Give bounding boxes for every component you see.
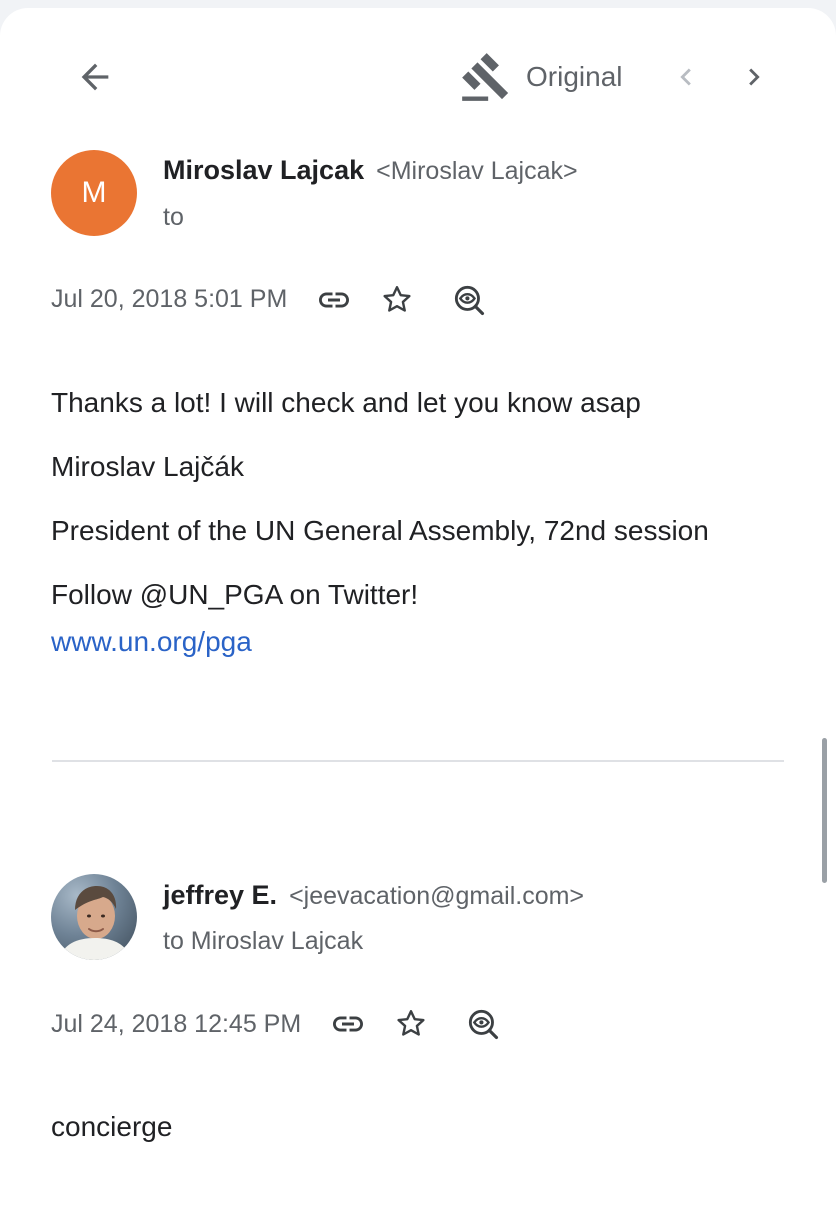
- link-icon: [333, 1016, 363, 1032]
- body-line: concierge: [51, 1111, 173, 1142]
- avatar-letter: M: [81, 176, 107, 209]
- signature-title: President of the UN General Assembly, 72…: [51, 515, 709, 546]
- gavel-icon: [462, 53, 509, 101]
- next-message-button[interactable]: [732, 55, 776, 99]
- scrollbar-thumb[interactable]: [822, 738, 827, 883]
- back-button[interactable]: [70, 52, 120, 102]
- sender-avatar[interactable]: M: [51, 150, 137, 236]
- star-button[interactable]: [375, 280, 419, 320]
- signature-twitter: Follow @UN_PGA on Twitter!: [51, 579, 419, 610]
- body-line: Thanks a lot! I will check and let you k…: [51, 387, 641, 418]
- recipient-line[interactable]: to: [163, 203, 184, 232]
- view-button[interactable]: [461, 1004, 505, 1044]
- previous-message-button[interactable]: [664, 55, 708, 99]
- copy-link-button[interactable]: [312, 280, 356, 320]
- view-icon: [454, 285, 485, 316]
- star-button[interactable]: [389, 1004, 433, 1044]
- message-timestamp: Jul 24, 2018 12:45 PM: [51, 1010, 302, 1038]
- copy-link-button[interactable]: [326, 1004, 370, 1044]
- message-timestamp: Jul 20, 2018 5:01 PM: [51, 285, 288, 313]
- chevron-right-icon: [749, 68, 760, 86]
- show-original-button[interactable]: Original: [460, 50, 635, 104]
- star-icon: [383, 286, 411, 312]
- sender-name[interactable]: jeffrey E.: [163, 880, 277, 911]
- view-button[interactable]: [447, 280, 491, 320]
- avatar-portrait: [59, 886, 131, 960]
- signature-name: Miroslav Lajčák: [51, 451, 244, 482]
- message-divider: [52, 760, 784, 762]
- arrow-back-icon: [81, 63, 109, 91]
- link-icon: [319, 292, 349, 308]
- star-icon: [397, 1010, 425, 1036]
- signature-website-link[interactable]: www.un.org/pga: [51, 626, 252, 658]
- sender-line: jeffrey E. <jeevacation@gmail.com>: [163, 880, 584, 911]
- sender-name[interactable]: Miroslav Lajcak: [163, 155, 364, 186]
- view-icon: [468, 1009, 499, 1040]
- recipient-line[interactable]: to Miroslav Lajcak: [163, 927, 363, 956]
- chevron-left-icon: [680, 68, 691, 86]
- sender-email[interactable]: <Miroslav Lajcak>: [376, 157, 577, 186]
- original-label: Original: [526, 61, 623, 92]
- sender-email[interactable]: <jeevacation@gmail.com>: [289, 882, 584, 911]
- sender-avatar-photo[interactable]: [51, 874, 137, 960]
- sender-line: Miroslav Lajcak <Miroslav Lajcak>: [163, 155, 578, 186]
